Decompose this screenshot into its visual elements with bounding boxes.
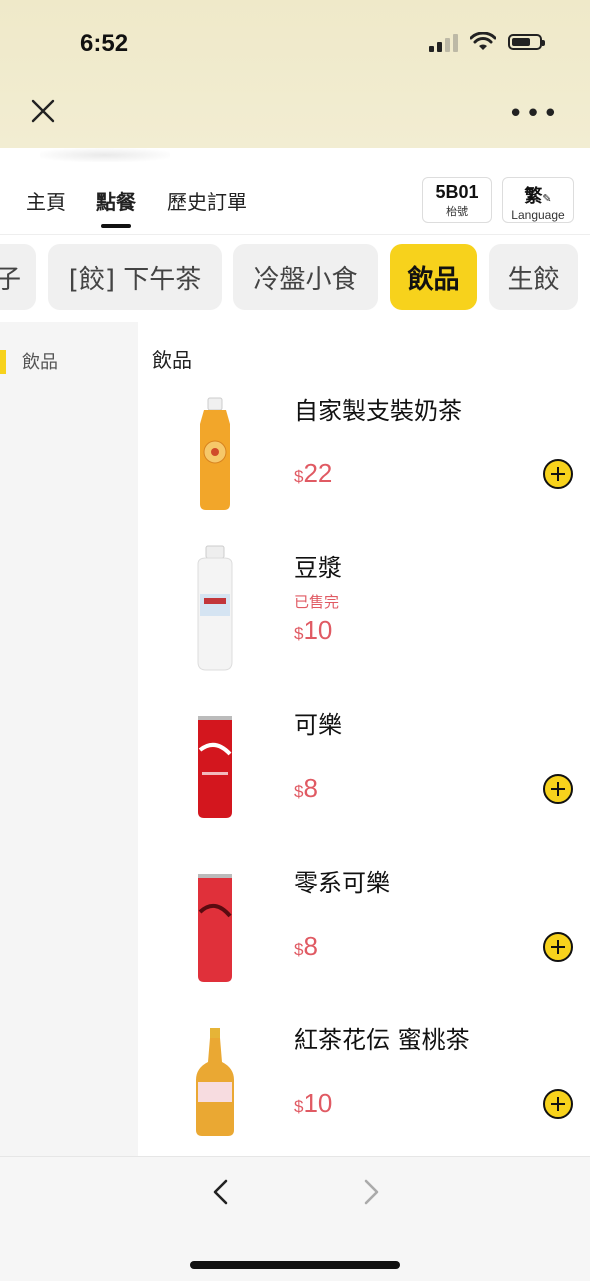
product-price: $8 (294, 931, 318, 961)
category-tabs: 子 [餃] 下午茶 冷盤小食 飲品 生餃 (0, 244, 590, 312)
product-name: 自家製支裝奶茶 (294, 397, 462, 425)
category-tab[interactable]: 生餃 (489, 244, 578, 310)
product-name: 零系可樂 (294, 869, 390, 897)
sold-out-label: 已售完 (294, 593, 340, 611)
header-bar: 6:52 ••• (0, 0, 590, 148)
add-to-cart-button[interactable] (543, 774, 573, 804)
table-code: 5B01 (435, 182, 479, 202)
tab-home[interactable]: 主頁 (26, 186, 66, 215)
home-indicator[interactable] (190, 1261, 400, 1269)
battery-icon (508, 34, 545, 50)
category-tab[interactable]: 冷盤小食 (233, 244, 378, 310)
table-number-badge: 5B01 枱號 (422, 177, 492, 223)
language-switcher[interactable]: 繁✎ Language (502, 177, 574, 223)
more-options-icon[interactable]: ••• (508, 101, 560, 127)
product-image (198, 716, 232, 818)
cellular-signal-icon (429, 32, 458, 52)
product-price: $8 (294, 773, 318, 803)
add-to-cart-button[interactable] (543, 459, 573, 489)
sidebar-active-marker (0, 350, 6, 374)
product-price: $22 (294, 458, 333, 488)
product-price: $10 (294, 615, 333, 645)
restaurant-logo (40, 148, 170, 162)
category-tab-active[interactable]: 飲品 (390, 244, 477, 310)
product-image (200, 397, 230, 510)
tab-order-history[interactable]: 歷史訂單 (167, 186, 247, 215)
add-to-cart-button[interactable] (543, 1089, 573, 1119)
language-current: 繁 (524, 186, 543, 207)
product-image (196, 1028, 234, 1136)
tab-order[interactable]: 點餐 (96, 186, 136, 215)
status-time: 6:52 (80, 30, 129, 57)
section-title: 飲品 (152, 348, 192, 372)
table-label: 枱號 (446, 205, 468, 218)
product-image (197, 545, 233, 671)
product-name: 紅茶花伝 蜜桃茶 (294, 1026, 470, 1054)
wifi-icon (470, 32, 496, 50)
forward-arrow-icon[interactable] (356, 1177, 386, 1207)
close-icon[interactable] (28, 96, 58, 126)
product-name: 豆漿 (294, 554, 342, 582)
sidebar-item-drinks[interactable]: 飲品 (22, 348, 58, 374)
pencil-icon: ✎ (542, 192, 552, 205)
category-tab[interactable]: 子 (0, 244, 36, 310)
category-tab[interactable]: [餃] 下午茶 (48, 244, 222, 310)
back-arrow-icon[interactable] (206, 1177, 236, 1207)
product-price: $10 (294, 1088, 333, 1118)
add-to-cart-button[interactable] (543, 932, 573, 962)
product-name: 可樂 (294, 711, 342, 739)
browser-bottom-bar (0, 1156, 590, 1281)
active-tab-indicator (101, 224, 131, 228)
category-sidebar (0, 322, 138, 1156)
status-icons (429, 32, 545, 52)
product-image (198, 874, 232, 982)
language-label: Language (511, 208, 565, 222)
top-nav: 主頁 點餐 歷史訂單 5B01 枱號 繁✎ Language (0, 148, 590, 235)
